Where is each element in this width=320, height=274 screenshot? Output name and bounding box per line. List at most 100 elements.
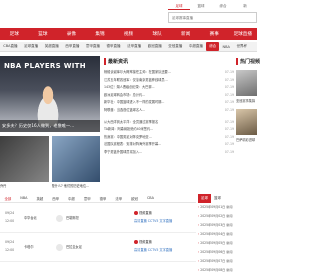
match-tab[interactable]: NBA [16,196,32,200]
subnav-item[interactable]: 足球直播 [21,44,42,49]
subnav-item[interactable]: 世界杯 [233,44,250,49]
nav-item-events[interactable]: 赛事 [200,31,229,37]
search-tab-football[interactable]: 足球 [168,2,190,10]
thumbnail-caption[interactable]: 乔丹 [0,182,49,188]
featured-banner[interactable]: NBA PLAYERS WITH 安多夫？历史仅16人做到，老詹唯一... [0,56,100,132]
schedule-item[interactable]: 2025年09月02日 新闻 [198,212,257,221]
thumbnail-caption[interactable]: 是什么? 他们的历史地位... [51,182,100,188]
hot-video-title[interactable]: 亚冠赛事集锦 [236,98,257,103]
subnav-item[interactable]: NBA [219,45,233,49]
news-date: 07-19 [224,127,234,132]
match-tab[interactable]: CBA [142,196,158,200]
side-tab-football[interactable]: 足球 [198,194,211,203]
news-item[interactable]: 李宁男篮外国球员将加入... 07-19 [104,149,234,157]
live-label: 视频直播 [134,239,152,244]
schedule-item[interactable]: 2025年09月06日 新闻 [198,248,257,257]
away-team[interactable]: 巴勒斯坦 [66,215,79,220]
side-schedule: 足球 篮球 2025年09月01日 新闻 2025年09月02日 新闻 2025… [198,194,257,274]
subnav-item[interactable]: 法甲直播 [124,44,145,49]
news-item[interactable]: 法国队赛程表：安排对阵海外赛季开幕... 07-19 [104,141,234,149]
match-tab[interactable]: 法甲 [111,196,127,201]
search-tab-basketball[interactable]: 篮球 [190,2,212,10]
thumbnail[interactable]: 乔丹 [0,136,49,188]
subnav-item[interactable]: 德甲直播 [103,44,124,49]
team-logo [56,215,63,222]
sub-nav: CBA直播 足球直播 英超直播 西甲直播 意甲直播 德甲直播 法甲直播 欧冠直播… [0,42,257,52]
match-time: 12:00 [5,248,15,252]
subnav-item[interactable]: 西甲直播 [62,44,83,49]
search-box[interactable] [168,12,257,23]
news-title[interactable]: 李宁男篮外国球员将加入... [104,149,204,157]
match-tab[interactable]: 英超 [32,196,48,201]
search-category-tabs: 足球 篮球 综合 新 [168,2,256,10]
subnav-item[interactable]: CBA直播 [0,44,21,49]
news-title[interactable]: TA新闻：阿森纳拒绝约40米签约... [104,126,204,134]
nav-item-teams[interactable]: 球队 [143,31,172,37]
home-team[interactable]: 卡塔尔 [24,244,34,249]
news-title[interactable]: 新华社：中国篮球进入不一样的发展时期... [104,99,204,107]
subnav-item[interactable]: 中超直播 [186,44,207,49]
subnav-item-active[interactable]: 综合 [206,42,220,51]
nav-item-football[interactable]: 足球 [0,31,29,37]
nav-item-basketball[interactable]: 篮球 [29,31,58,37]
side-tab-basketball[interactable]: 篮球 [211,194,224,203]
news-item[interactable]: 热身赛：中国男足对阵克罗地亚... 07-19 [104,134,234,142]
thumbnail[interactable]: 是什么? 他们的历史地位... [51,136,100,188]
away-team[interactable]: 巴拉圭女足 [66,244,82,249]
schedule-item[interactable]: 2025年09月08日 新闻 [198,266,257,274]
nav-item-news[interactable]: 新闻 [171,31,200,37]
news-item[interactable]: 江苏五年联赛冠军：仅靠南京男篮锋线球员... 07-19 [104,77,234,85]
news-item[interactable]: 从大西洋到太平洋：全员通过赛季报名 07-19 [104,119,234,127]
news-title[interactable]: 从大西洋到太平洋：全员通过赛季报名 [104,119,204,127]
nav-item-highlights[interactable]: 集锦 [86,31,115,37]
subnav-item[interactable]: 意甲直播 [83,44,104,49]
hot-video-title[interactable]: 巴萨精彩进球 [236,137,257,142]
banner-caption[interactable]: 安多夫？历史仅16人做到，老詹唯一... [0,120,100,132]
news-item[interactable]: 阿联酋：当选首位篮球名人... 07-19 [104,107,234,115]
subnav-item[interactable]: 亚冠直播 [165,44,186,49]
schedule-item[interactable]: 2025年09月07日 新闻 [198,257,257,266]
schedule-item[interactable]: 2025年09月04日 新闻 [198,230,257,239]
match-tab[interactable]: 西甲 [48,196,64,201]
match-row[interactable]: 09/24 12:00 中华台北 巴勒斯坦 视频直播 高清直播 CCTV5 文字… [0,207,196,233]
team-logo [56,244,63,251]
news-title[interactable]: 143位！湖人晋级创纪录：大巴黎... [104,84,204,92]
schedule-item[interactable]: 2025年09月05日 新闻 [198,239,257,248]
news-item[interactable]: 新华社：中国篮球进入不一样的发展时期... 07-19 [104,99,234,107]
live-icon [134,211,138,215]
search-tab-new[interactable]: 新 [234,2,256,10]
match-tab[interactable]: 德甲 [95,196,111,201]
news-item[interactable]: 杨毅谈谢库尔大概率接任主帅：在国家队还要... 07-19 [104,69,234,77]
news-item[interactable]: TA新闻：阿森纳拒绝约40米签约... 07-19 [104,126,234,134]
subnav-item[interactable]: 英超直播 [41,44,62,49]
nav-item-replay[interactable]: 录像 [57,31,86,37]
match-row[interactable]: 09/24 12:00 卡塔尔 巴拉圭女足 视频直播 高清直播 CCTV5 文字… [0,236,196,262]
nav-item-football-live[interactable]: 足球直播 [229,31,258,37]
hot-video-thumbnail[interactable] [236,70,257,96]
match-tab[interactable]: 欧冠 [127,196,143,201]
match-tab[interactable]: 意甲 [79,196,95,201]
news-title[interactable]: 江苏五年联赛冠军：仅靠南京男篮锋线球员... [104,77,204,85]
match-date: 09/24 [5,211,15,215]
news-title[interactable]: 欧洲足球转会市场：总计约... [104,92,204,100]
stream-links[interactable]: 高清直播 CCTV5 文字直播 [134,218,172,223]
match-tab[interactable]: 中超 [64,196,80,201]
search-input[interactable] [172,15,252,20]
nav-item-video[interactable]: 视频 [114,31,143,37]
news-title[interactable]: 杨毅谈谢库尔大概率接任主帅：在国家队还要... [104,69,204,77]
news-item[interactable]: 143位！湖人晋级创纪录：大巴黎... 07-19 [104,84,234,92]
schedule-item[interactable]: 2025年09月03日 新闻 [198,221,257,230]
news-title[interactable]: 阿联酋：当选首位篮球名人... [104,107,204,115]
search-tab-general[interactable]: 综合 [212,2,234,10]
news-title[interactable]: 法国队赛程表：安排对阵海外赛季开幕... [104,141,204,149]
hot-video-thumbnail[interactable] [236,109,257,135]
schedule-item[interactable]: 2025年09月01日 新闻 [198,203,257,212]
side-tabs: 足球 篮球 [198,194,257,203]
live-label-text: 视频直播 [139,240,152,244]
stream-links[interactable]: 高清直播 CCTV5 文字直播 [134,247,172,252]
news-title[interactable]: 热身赛：中国男足对阵克罗地亚... [104,134,204,142]
home-team[interactable]: 中华台北 [24,215,37,220]
subnav-item[interactable]: 欧冠直播 [144,44,165,49]
news-item[interactable]: 欧洲足球转会市场：总计约... 07-19 [104,92,234,100]
match-tab[interactable]: 全部 [0,196,16,201]
